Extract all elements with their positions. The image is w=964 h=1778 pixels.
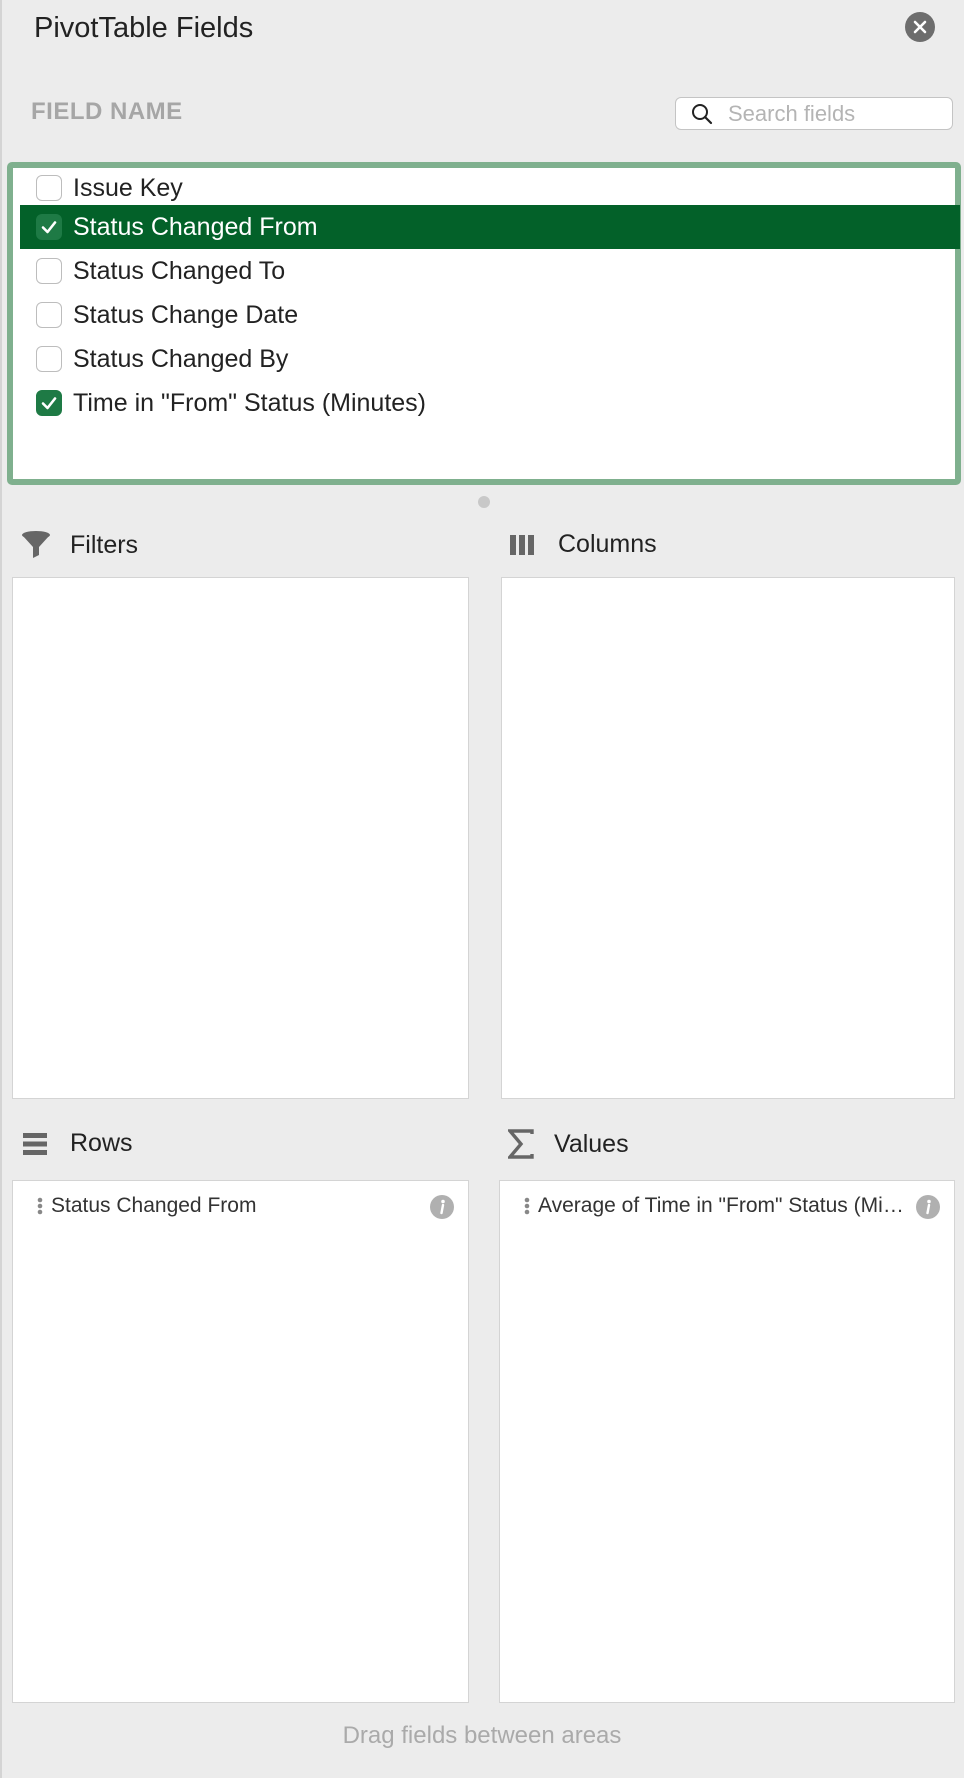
info-icon[interactable] — [916, 1195, 940, 1219]
columns-label: Columns — [558, 530, 657, 558]
field-name-header: FIELD NAME — [31, 98, 183, 125]
field-checkbox[interactable] — [36, 346, 62, 372]
search-box[interactable] — [675, 97, 953, 130]
columns-drop-area[interactable] — [501, 577, 955, 1099]
field-item-issue-key[interactable]: Issue Key — [20, 166, 960, 210]
field-checkbox[interactable] — [36, 302, 62, 328]
drag-hint: Drag fields between areas — [342, 1722, 622, 1749]
field-item-status-changed-from[interactable]: Status Changed From — [20, 205, 960, 249]
filter-funnel-icon — [22, 531, 50, 558]
rows-drop-area[interactable]: Status Changed From — [12, 1180, 469, 1703]
close-icon — [913, 20, 927, 34]
columns-icon — [510, 534, 534, 555]
field-item-status-change-date[interactable]: Status Change Date — [20, 293, 960, 337]
values-drop-area[interactable]: Average of Time in "From" Status (Minute… — [499, 1180, 955, 1703]
field-label: Status Changed From — [73, 212, 318, 241]
drag-handle-icon[interactable] — [524, 1197, 530, 1215]
drag-handle-icon[interactable] — [37, 1197, 43, 1215]
search-input[interactable] — [728, 100, 938, 127]
field-item-status-changed-to[interactable]: Status Changed To — [20, 249, 960, 293]
rows-field-label: Status Changed From — [51, 1194, 257, 1217]
sigma-icon — [508, 1129, 534, 1159]
field-checkbox[interactable] — [36, 258, 62, 284]
panel-title: PivotTable Fields — [34, 12, 254, 44]
panel-left-border — [0, 0, 2, 1778]
values-label: Values — [554, 1129, 629, 1158]
field-label: Issue Key — [73, 173, 183, 202]
search-icon — [692, 103, 713, 124]
field-checkbox[interactable] — [36, 214, 62, 240]
filters-label: Filters — [70, 530, 139, 559]
field-label: Status Change Date — [73, 300, 299, 329]
values-header: Values — [508, 1129, 629, 1159]
rows-field-pill[interactable]: Status Changed From — [13, 1191, 468, 1221]
info-icon[interactable] — [430, 1195, 454, 1219]
field-item-status-changed-by[interactable]: Status Changed By — [20, 337, 960, 381]
field-checkbox[interactable] — [36, 390, 62, 416]
values-field-label: Average of Time in "From" Status (Minute… — [538, 1194, 910, 1217]
rows-header: Rows — [22, 1129, 133, 1158]
filters-header: Filters — [20, 530, 138, 560]
checkmark-icon — [41, 397, 57, 410]
checkmark-icon — [41, 221, 57, 234]
rows-icon — [23, 1132, 47, 1155]
field-label: Time in "From" Status (Minutes) — [73, 388, 427, 417]
splitter-handle[interactable] — [478, 496, 490, 508]
values-field-pill[interactable]: Average of Time in "From" Status (Minute… — [500, 1191, 954, 1221]
filters-drop-area[interactable] — [12, 577, 469, 1099]
field-checkbox[interactable] — [36, 175, 62, 201]
field-label: Status Changed By — [73, 344, 289, 373]
rows-label: Rows — [70, 1129, 133, 1157]
field-item-time-in-from-status[interactable]: Time in "From" Status (Minutes) — [20, 381, 960, 425]
field-list[interactable]: Issue Key Status Changed From Status Cha… — [7, 162, 961, 485]
field-label: Status Changed To — [73, 256, 286, 285]
columns-header: Columns — [508, 530, 657, 559]
close-button[interactable] — [905, 12, 935, 42]
